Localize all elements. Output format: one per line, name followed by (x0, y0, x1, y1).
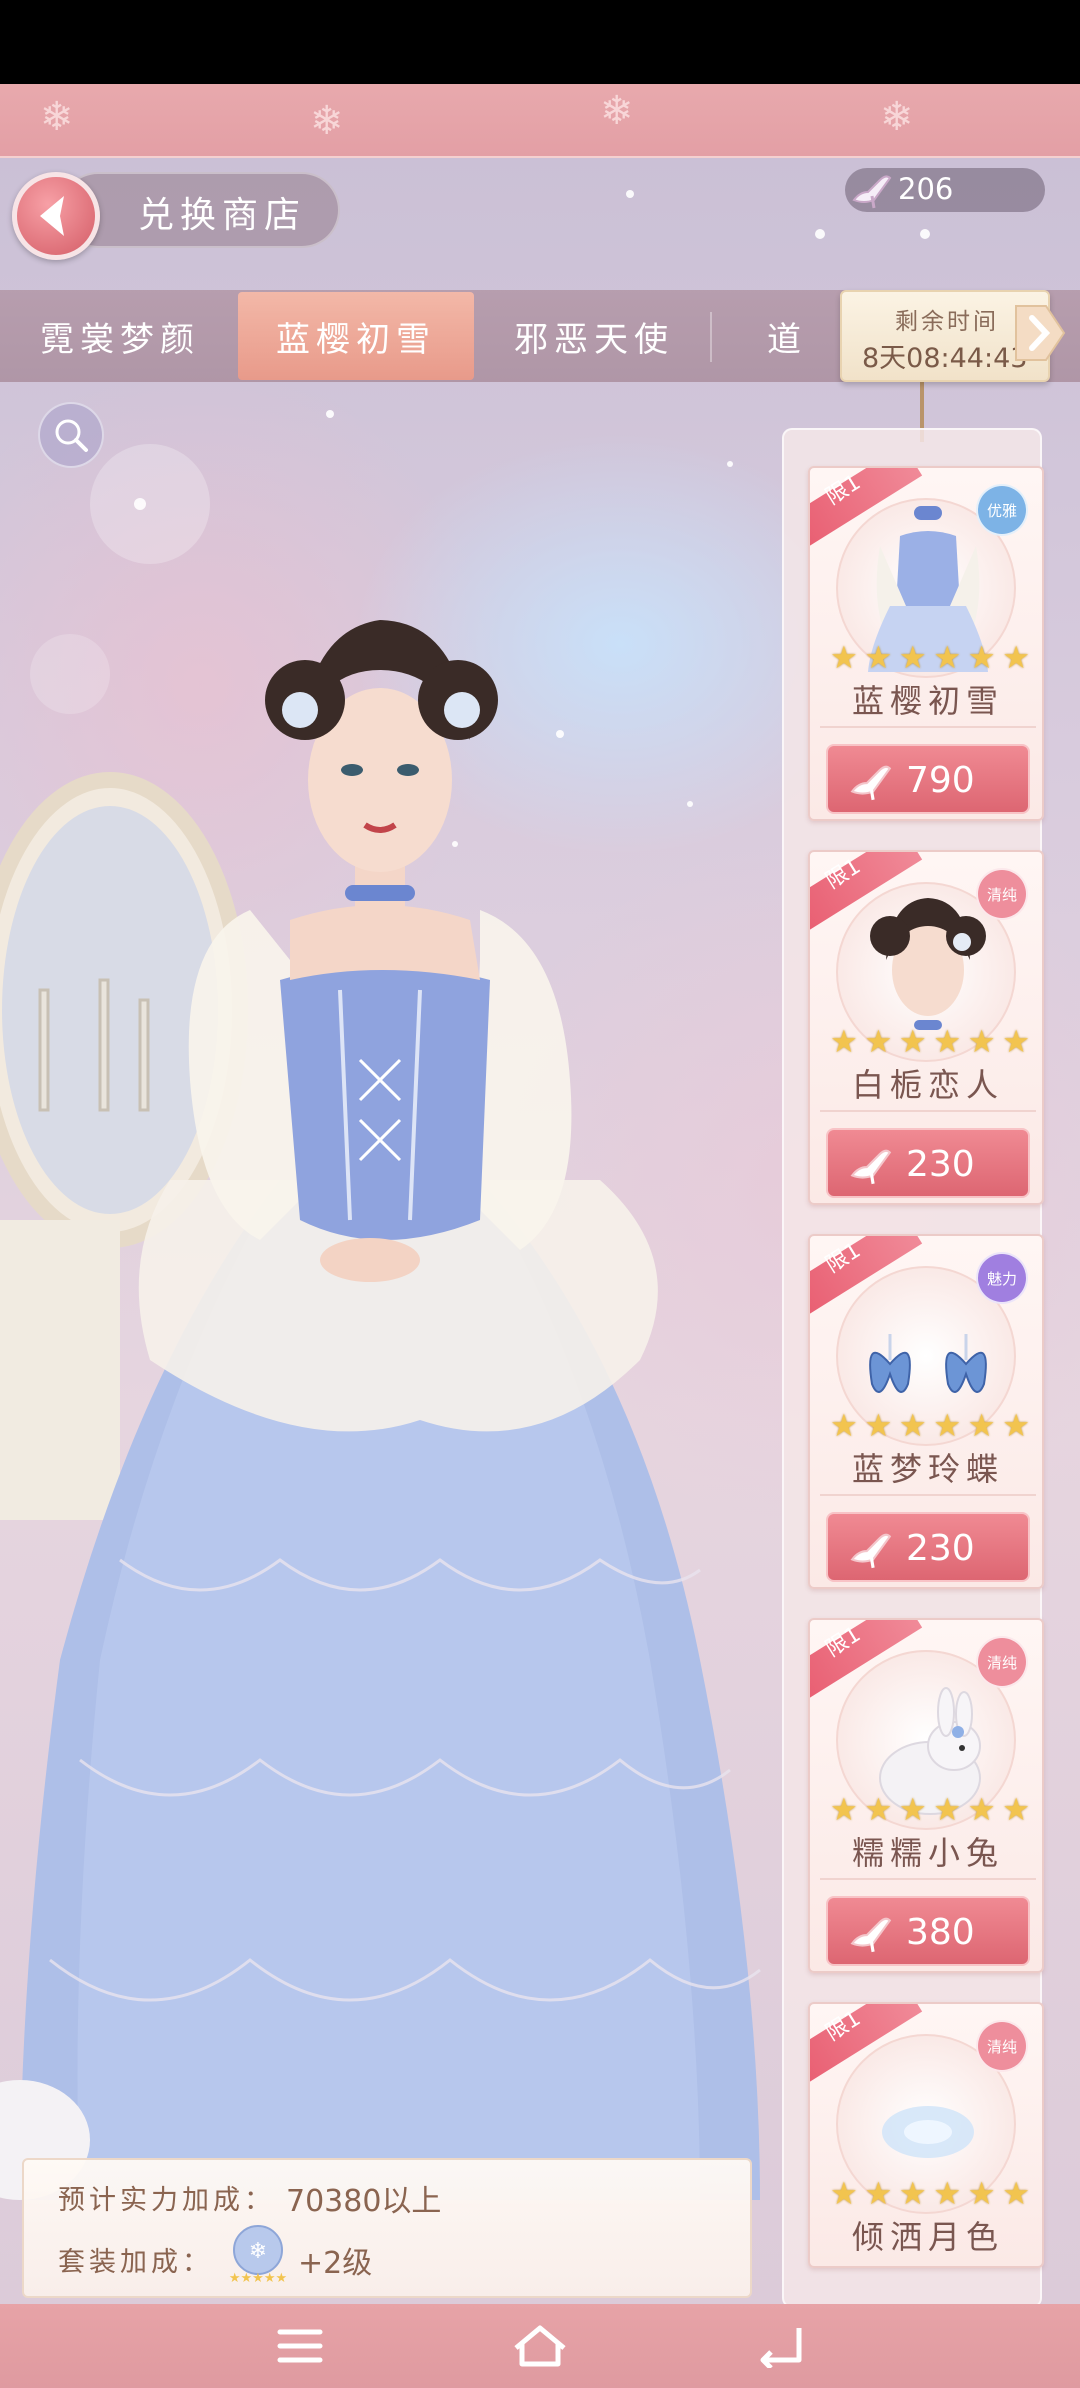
crystal-shoe-icon (850, 1149, 892, 1185)
timer-label: 剩余时间 (895, 309, 999, 335)
tab-0[interactable]: 霓裳梦颜 (2, 292, 238, 380)
star-icon: ★ (830, 640, 858, 676)
price-value: 790 (906, 760, 975, 801)
buy-button[interactable]: 380 (826, 1896, 1030, 1966)
star-icon: ★ (830, 1024, 858, 1060)
snowflake-icon: ❄ (310, 98, 344, 144)
star-icon: ★ (1002, 640, 1030, 676)
star-icon: ★ (967, 1792, 996, 1828)
star-icon: ★ (898, 2176, 927, 2212)
set-bonus-label: 套装加成： (58, 2247, 213, 2278)
back-nav-icon (760, 2328, 802, 2368)
style-badge: 清纯 (976, 2020, 1028, 2072)
star-rating: ★ ★ ★ ★ ★ ★ (830, 1408, 1030, 1444)
menu-button[interactable] (250, 2304, 350, 2388)
divider (820, 1878, 1036, 1880)
shop-item-card[interactable]: 限1 魅力 ★ ★ ★ ★ ★ ★ 蓝梦玲蝶 230 (808, 1234, 1044, 1589)
star-icon: ★ (864, 1792, 893, 1828)
style-badge: 魅力 (976, 1252, 1028, 1304)
star-icon: ★ (933, 1024, 962, 1060)
star-rating: ★ ★ ★ ★ ★ ★ (830, 2176, 1030, 2212)
star-icon: ★ (830, 1792, 858, 1828)
star-icon: ★ (967, 1408, 996, 1444)
shop-item-card[interactable]: 限1 清纯 ★ ★ ★ ★ ★ ★ 糯糯小兔 380 (808, 1618, 1044, 1973)
star-icon: ★ (864, 2176, 893, 2212)
star-icon: ★ (898, 640, 927, 676)
snowflake-icon: ❄ (600, 88, 634, 134)
power-bonus-label: 预计实力加成： (58, 2185, 275, 2216)
back-nav-button[interactable] (730, 2304, 830, 2388)
top-banner: ❄ ❄ ❄ ❄ (0, 84, 1080, 158)
character-illustration (0, 620, 761, 2200)
star-icon: ★ (933, 1408, 962, 1444)
shop-item-card[interactable]: 限1 清纯 ★ ★ ★ ★ ★ ★ 白栀恋人 230 (808, 850, 1044, 1205)
price-value: 230 (906, 1144, 975, 1185)
item-name: 倾洒月色 (851, 2218, 1004, 2256)
set-bonus-icon: ❄ ★★★★★ (229, 2225, 287, 2284)
snowflake-icon: ❄ (40, 94, 74, 140)
currency-value: 206 (898, 172, 954, 206)
star-icon: ★ (933, 640, 962, 676)
buy-button[interactable]: 230 (826, 1512, 1030, 1582)
crystal-shoe-icon (850, 1533, 892, 1569)
shop-item-card[interactable]: 限1 清纯 ★ ★ ★ ★ ★ ★ 倾洒月色 (808, 2002, 1044, 2268)
star-icon: ★ (967, 1024, 996, 1060)
svg-text:★★★★★: ★★★★★ (229, 2271, 287, 2284)
svg-text:❄: ❄ (249, 2239, 267, 2264)
star-icon: ★ (1002, 1024, 1030, 1060)
star-icon: ★ (1002, 1792, 1030, 1828)
divider (820, 1110, 1036, 1112)
crystal-shoe-icon (852, 175, 892, 209)
search-button[interactable] (38, 402, 104, 468)
star-rating: ★ ★ ★ ★ ★ ★ (830, 640, 1030, 676)
divider (820, 1494, 1036, 1496)
star-icon: ★ (967, 640, 996, 676)
style-badge: 清纯 (976, 868, 1028, 920)
star-icon: ★ (967, 2176, 996, 2212)
set-bonus-value: +2级 (298, 2246, 373, 2281)
status-bar (0, 0, 1080, 84)
star-rating: ★ ★ ★ ★ ★ ★ (830, 1792, 1030, 1828)
next-tab-arrow-icon[interactable] (1012, 302, 1066, 364)
item-name: 白栀恋人 (851, 1066, 1004, 1104)
star-icon: ★ (898, 1408, 927, 1444)
divider (820, 726, 1036, 728)
star-icon: ★ (933, 1792, 962, 1828)
star-icon: ★ (898, 1024, 927, 1060)
crystal-shoe-icon (850, 1917, 892, 1953)
star-icon: ★ (864, 640, 893, 676)
tab-2[interactable]: 邪恶天使 (476, 292, 712, 380)
page-title: 兑换商店 (138, 195, 307, 236)
star-rating: ★ ★ ★ ★ ★ ★ (830, 1024, 1030, 1060)
home-button[interactable] (490, 2304, 590, 2388)
back-arrow-icon (40, 196, 64, 236)
snowflake-icon: ❄ (880, 94, 914, 140)
home-icon (514, 2325, 566, 2367)
star-icon: ★ (830, 2176, 858, 2212)
star-icon: ★ (1002, 2176, 1030, 2212)
back-button[interactable] (12, 172, 100, 260)
star-icon: ★ (864, 1024, 893, 1060)
menu-icon (277, 2329, 323, 2363)
price-value: 230 (906, 1528, 975, 1569)
tab-1[interactable]: 蓝樱初雪 (238, 292, 474, 380)
timer-value: 8天08:44:43 (862, 343, 1028, 374)
star-icon: ★ (864, 1408, 893, 1444)
item-name: 蓝樱初雪 (851, 682, 1004, 720)
star-icon: ★ (933, 2176, 962, 2212)
item-name: 蓝梦玲蝶 (851, 1450, 1004, 1488)
power-bonus-value: 70380以上 (286, 2184, 442, 2219)
star-icon: ★ (830, 1408, 858, 1444)
star-icon: ★ (1002, 1408, 1030, 1444)
price-value: 380 (906, 1912, 975, 1953)
style-badge: 优雅 (976, 484, 1028, 536)
shop-item-card[interactable]: 限1 优雅 ★ ★ ★ ★ ★ ★ 蓝樱初雪 790 (808, 466, 1044, 821)
search-icon (55, 419, 88, 452)
buy-button[interactable]: 790 (826, 744, 1030, 814)
item-name: 糯糯小兔 (851, 1834, 1004, 1872)
style-badge: 清纯 (976, 1636, 1028, 1688)
buy-button[interactable]: 230 (826, 1128, 1030, 1198)
star-icon: ★ (898, 1792, 927, 1828)
crystal-shoe-icon (850, 765, 892, 801)
